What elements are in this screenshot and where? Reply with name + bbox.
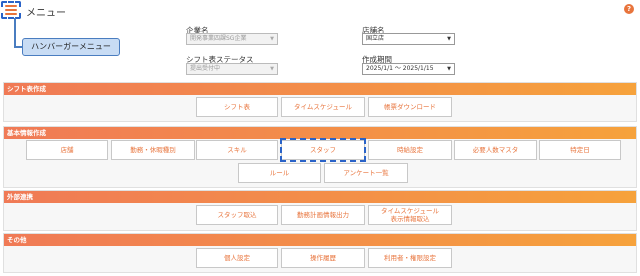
work-plan-export-button[interactable]: 勤務計画情報出力 [281,205,365,225]
section-other-title: その他 [4,234,636,246]
section-other: その他 個人設定 操作履歴 利用者・権限設定 [3,233,637,273]
top-bar: メニュー ? [0,0,640,22]
work-leave-type-button[interactable]: 勤務・休暇種別 [111,140,195,160]
report-download-button[interactable]: 帳票ダウンロード [368,97,452,117]
shift-table-button[interactable]: シフト表 [196,97,278,117]
section-basic-info: 基本情報作成 店舗 勤務・休暇種別 スキル スタッフ 時給設定 必要人数マスタ … [3,126,637,188]
store-button[interactable]: 店舗 [26,140,108,160]
hamburger-callout: ハンバーガーメニュー [22,38,120,56]
section-shift-title: シフト表作成 [4,83,636,95]
company-select: 開発事業四課SG企業 ▼ [186,33,278,45]
specific-date-button[interactable]: 特定日 [539,140,621,160]
status-value: 提出受付中 [190,65,221,72]
staff-button-highlight [280,138,366,162]
company-value: 開発事業四課SG企業 [190,35,247,42]
time-schedule-button[interactable]: タイムスケジュール [281,97,365,117]
period-select[interactable]: 2025/1/1 ～ 2025/1/15 ▼ [362,63,455,75]
section-external-title: 外部連携 [4,191,636,203]
period-value: 2025/1/1 ～ 2025/1/15 [366,65,434,72]
section-shift: シフト表作成 シフト表 タイムスケジュール 帳票ダウンロード [3,82,637,122]
store-select[interactable]: 国立店 ▼ [362,33,455,45]
chevron-down-icon: ▼ [447,66,451,72]
schedule-display-import-button[interactable]: タイムスケジュール 表示情報取込 [368,205,452,225]
chevron-down-icon: ▼ [270,66,274,72]
staff-import-button[interactable]: スタッフ取込 [196,205,278,225]
store-value: 国立店 [366,35,385,42]
operation-history-button[interactable]: 操作履歴 [281,248,365,268]
skill-button[interactable]: スキル [196,140,278,160]
rule-button[interactable]: ルール [238,163,321,183]
survey-list-button[interactable]: アンケート一覧 [324,163,408,183]
required-staff-master-button[interactable]: 必要人数マスタ [454,140,537,160]
chevron-down-icon: ▼ [270,36,274,42]
chevron-down-icon: ▼ [447,36,451,42]
hamburger-menu-icon[interactable] [5,5,17,15]
status-select: 提出受付中 ▼ [186,63,278,75]
section-external: 外部連携 スタッフ取込 勤務計画情報出力 タイムスケジュール 表示情報取込 [3,190,637,231]
hourly-wage-button[interactable]: 時給設定 [368,140,452,160]
personal-settings-button[interactable]: 個人設定 [196,248,278,268]
page-title: メニュー [26,8,66,19]
user-permission-settings-button[interactable]: 利用者・権限設定 [368,248,452,268]
help-icon[interactable]: ? [624,4,634,14]
callout-connector [14,18,16,48]
